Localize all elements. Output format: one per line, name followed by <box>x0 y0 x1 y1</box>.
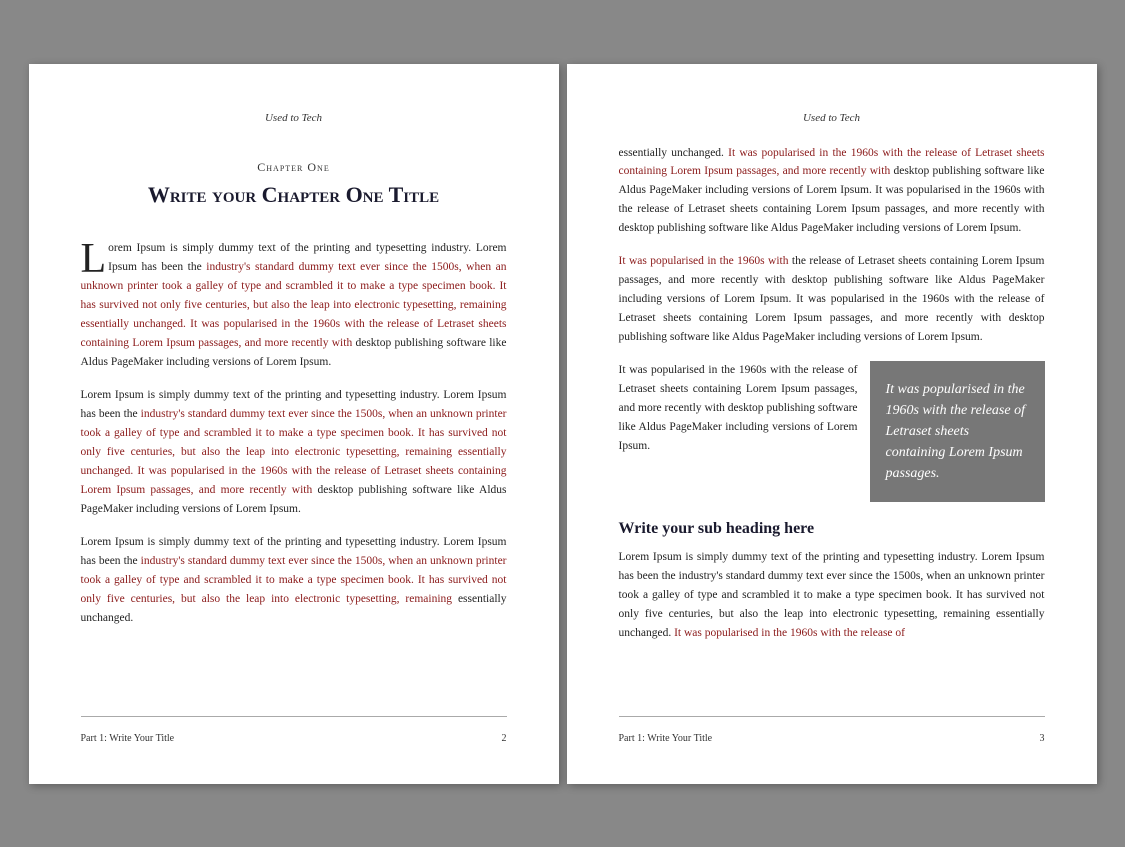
pull-quote: It was popularised in the 1960s with the… <box>870 361 1045 502</box>
left-page-header: Used to Tech <box>81 112 507 124</box>
chapter-title: Write your Chapter One Title <box>81 181 507 210</box>
paragraph-2: Lorem Ipsum is simply dummy text of the … <box>81 386 507 519</box>
sub-heading: Write your sub heading here <box>619 520 1045 538</box>
right-paragraph-2: It was popularised in the 1960s with the… <box>619 252 1045 347</box>
chapter-label: Chapter One <box>81 160 507 175</box>
paragraph-1: Lorem Ipsum is simply dummy text of the … <box>81 239 507 372</box>
two-col-section: It was popularised in the 1960s with the… <box>619 361 1045 502</box>
right-page: Used to Tech essentially unchanged. It w… <box>567 64 1097 784</box>
right-page-number: 3 <box>1040 733 1045 744</box>
book-spread: Used to Tech Chapter One Write your Chap… <box>13 48 1113 800</box>
right-paragraph-1: essentially unchanged. It was popularise… <box>619 144 1045 239</box>
drop-cap: L <box>81 243 107 276</box>
left-page: Used to Tech Chapter One Write your Chap… <box>29 64 559 784</box>
left-page-footer: Part 1: Write Your Title 2 <box>81 716 507 744</box>
right-page-footer: Part 1: Write Your Title 3 <box>619 716 1045 744</box>
right-footer-label: Part 1: Write Your Title <box>619 733 713 744</box>
right-paragraph-3: Lorem Ipsum is simply dummy text of the … <box>619 548 1045 643</box>
right-page-header: Used to Tech <box>619 112 1045 124</box>
col-left-text: It was popularised in the 1960s with the… <box>619 361 858 502</box>
left-footer-label: Part 1: Write Your Title <box>81 733 175 744</box>
paragraph-3: Lorem Ipsum is simply dummy text of the … <box>81 533 507 628</box>
left-page-number: 2 <box>502 733 507 744</box>
